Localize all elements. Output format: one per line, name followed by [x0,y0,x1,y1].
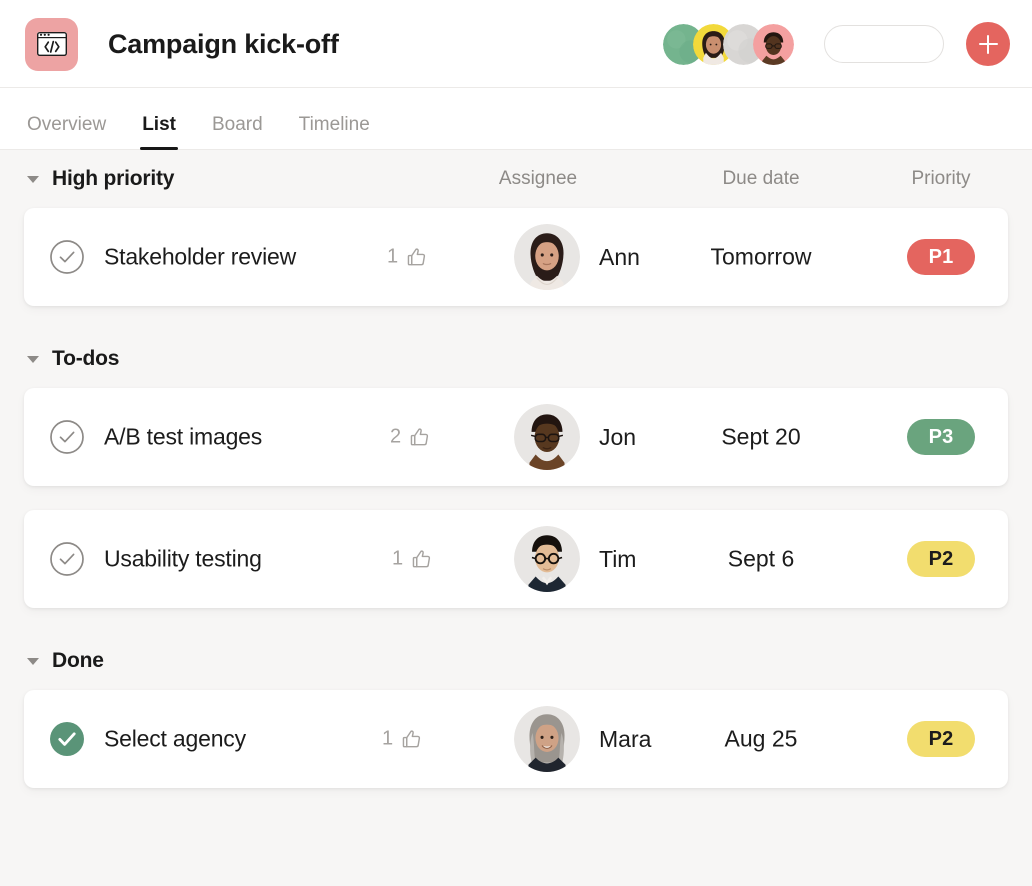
priority-cell[interactable]: P3 [907,419,1009,455]
like-counter[interactable]: 1 [392,548,433,571]
section-header-high-priority: High priority Assignee Due date Priority [24,150,1008,208]
search-input[interactable] [824,25,944,63]
thumbs-up-icon [412,550,431,568]
status-badge: P2 [907,541,975,577]
avatar [514,404,580,470]
status-badge: P3 [907,419,975,455]
assignee-cell[interactable]: Tim [514,526,636,592]
chevron-down-icon[interactable] [27,657,39,665]
section-header-to-dos: To-dos [24,330,1008,388]
status-badge: P2 [907,721,975,757]
section-header-done: Done [24,632,1008,690]
table-row[interactable]: Stakeholder review 1 Ann Tomorrow P1 [24,208,1008,306]
tab-timeline[interactable]: Timeline [299,114,370,150]
page-title: Campaign kick-off [108,28,339,59]
status-badge: P1 [907,239,975,275]
column-header-priority: Priority [911,168,971,189]
like-counter[interactable]: 1 [387,246,428,269]
task-name: Select agency [104,725,246,752]
like-counter[interactable]: 2 [390,426,431,449]
task-name: Stakeholder review [104,243,297,270]
due-date: Sept 20 [721,423,801,450]
task-checkbox-incomplete[interactable] [49,419,85,455]
like-count: 1 [382,727,394,750]
due-date: Sept 6 [727,545,795,572]
thumbs-up-icon [402,730,421,748]
app-header: Campaign kick-off [0,0,1032,88]
avatar [514,224,580,290]
task-name: A/B test images [104,423,263,450]
priority-cell[interactable]: P2 [907,541,1009,577]
task-list: High priority Assignee Due date Priority… [0,150,1032,886]
task-name: Usability testing [104,545,262,572]
column-header-due-date: Due date [722,168,800,189]
table-row[interactable]: Select agency 1 Mara Aug 25 P2 [24,690,1008,788]
chevron-down-icon[interactable] [27,355,39,363]
assignee-name: Mara [599,725,652,752]
section-title: Done [52,649,104,672]
task-checkbox-incomplete[interactable] [49,239,85,275]
assignee-cell[interactable]: Ann [514,224,640,290]
due-date: Tomorrow [710,243,812,270]
task-checkbox-incomplete[interactable] [49,541,85,577]
section-title: To-dos [52,347,120,370]
avatar [514,526,580,592]
add-task-button[interactable] [966,22,1010,66]
member-avatar-4[interactable] [753,23,794,65]
assignee-cell[interactable]: Mara [514,706,651,772]
due-date: Aug 25 [724,725,798,752]
priority-cell[interactable]: P2 [907,721,1009,757]
chevron-down-icon[interactable] [27,175,39,183]
like-count: 2 [390,425,402,448]
tab-board[interactable]: Board [212,114,263,150]
tab-list[interactable]: List [140,114,178,150]
code-window-icon [25,17,78,71]
like-count: 1 [392,547,404,570]
task-checkbox-complete[interactable] [49,721,85,757]
like-count: 1 [387,245,399,268]
plus-icon [978,34,998,54]
section-title: High priority [52,167,175,190]
assignee-name: Ann [599,243,640,270]
column-header-assignee: Assignee [498,168,578,189]
assignee-cell[interactable]: Jon [514,404,636,470]
assignee-name: Jon [599,423,637,450]
priority-cell[interactable]: P1 [907,239,1009,275]
view-tabs: Overview List Board Timeline [0,88,1032,150]
table-row[interactable]: A/B test images 2 Jon Sept 20 P3 [24,388,1008,486]
assignee-name: Tim [599,545,637,572]
like-counter[interactable]: 1 [382,728,423,751]
thumbs-up-icon [407,248,426,266]
table-row[interactable]: Usability testing 1 Tim Sept 6 P2 [24,510,1008,608]
member-avatar-stack[interactable] [663,23,794,65]
thumbs-up-icon [410,428,429,446]
avatar [514,706,580,772]
tab-overview[interactable]: Overview [27,114,106,150]
header-actions [663,22,1010,66]
